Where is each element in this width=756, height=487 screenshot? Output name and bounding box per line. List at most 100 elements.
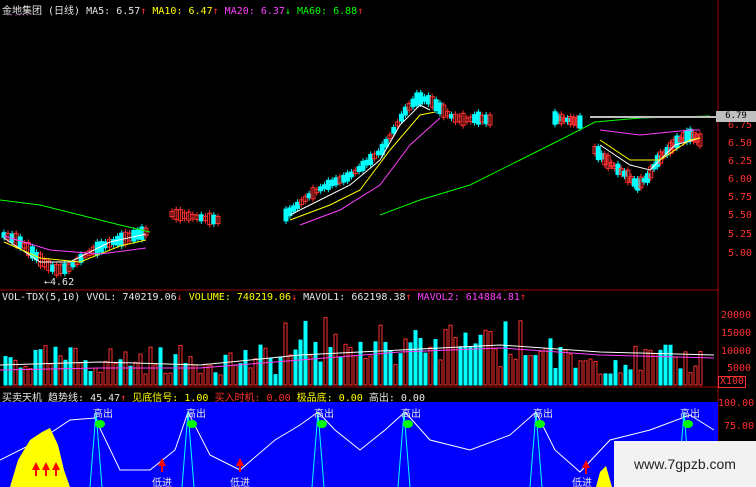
volume-bar [138,353,143,386]
high-out-dot [403,420,413,428]
signal-header: 买卖天机 趋势线: 45.47↑ 见底信号: 1.00 买入时机: 0.00 极… [2,389,425,404]
volume-bar [133,361,138,386]
top-out-label: 高出: [368,393,395,404]
price-tick: 5.50 [728,210,753,221]
volume-bar [298,339,303,386]
ma10-value: 6.47 [188,6,213,17]
volume-bar [578,360,583,386]
volume-bar [303,320,308,386]
volume-bar [663,344,668,386]
signal-tick: 100.00 [718,398,755,409]
buy-timing-value: 0.00 [266,393,291,404]
chart-canvas[interactable]: · · · · · · [0,0,756,487]
candle-body [211,214,217,225]
ma10-label: MA10: [152,6,183,17]
volume-bar [518,320,523,386]
volume-bar [263,347,268,386]
volume-bar [503,321,508,386]
buy-timing-label: 买入时机: [214,393,261,404]
volume-bar [148,346,153,386]
volume-tick: 15000 [721,328,752,339]
volume-bar [588,358,593,386]
volume-bar [68,347,73,386]
ma20-arrow: ↓ [284,6,291,17]
mavol2-label: MAVOL2: [417,292,460,303]
stock-chart-window: · · · · · · 金地集团 (日线) MA5: 6.57↑ MA10: 6.47↑ … [0,0,756,487]
price-tick: 5.75 [728,192,753,203]
volume-value: 740219.06 [236,292,292,303]
volume-bar [233,364,238,386]
volume-bar [618,372,623,386]
volume-bar [488,331,493,386]
extreme-bottom-label: 极品底: [296,393,333,404]
volume-bar [463,332,468,386]
buy-arrow-icon [55,470,57,476]
volume-bar [448,324,453,386]
volume-bar [673,356,678,386]
volume-bar [493,348,498,386]
price-tick: 5.00 [728,248,753,259]
volume-bar [223,354,228,386]
volume-bar [313,341,318,386]
buy-arrow-icon [239,466,241,472]
bottom-signal-value: 1.00 [184,393,209,404]
volume-bar [288,354,293,386]
signal-tick: 75.00 [724,421,755,432]
high-out-dot [187,420,197,428]
candle-body [383,139,389,148]
volume-bar [93,367,98,386]
mavol1-label: MAVOL1: [303,292,346,303]
buy-arrow-icon [35,470,37,476]
bottom-signal-label: 见底信号: [132,393,179,404]
volume-bar [213,372,218,386]
volume-bar [248,367,253,386]
ma5-arrow: ↑ [140,6,147,17]
candle-body [70,261,76,268]
volume-bar [118,359,123,386]
volume-bar [308,355,313,386]
volume-bar [173,354,178,386]
volume-bar [338,356,343,386]
low-price-annotation: ←4.62 [44,277,75,288]
volume-bar [348,346,353,386]
volume-bar [528,355,533,386]
volume-bar [583,360,588,386]
price-tick: 6.25 [728,156,753,167]
volume-bar [343,343,348,386]
volume-bar [368,355,373,386]
volume-bar [693,365,698,386]
volume-bar [438,359,443,386]
volume-bar [143,373,148,386]
volume-bar [178,344,183,386]
volume-bar [63,359,68,386]
volume-bar [543,348,548,386]
volume-bar [508,353,513,386]
volume-bar [423,352,428,386]
candle-body [139,226,145,240]
ma60-value: 6.88 [333,6,358,17]
trend-value: 45.47 [90,393,121,404]
high-out-dot [317,420,327,428]
volume-bar [523,355,528,386]
volume-bar [633,345,638,386]
volume-bar [603,373,608,386]
volume-bar [273,374,278,386]
volume-bar [198,372,203,386]
volume-bar [623,364,628,386]
volume-bar [483,329,488,386]
volume-bar [28,368,33,386]
volume-bar [558,346,563,386]
volume-bar [428,346,433,386]
volume-bar [378,324,383,386]
high-out-dot [95,420,105,428]
volume-bar [333,333,338,386]
ma5-label: MA5: [86,6,111,17]
volume-bar [433,339,438,386]
price-tick: 6.50 [728,138,753,149]
mavol1-value: 662198.38 [351,292,406,303]
volume-bar [393,364,398,386]
trend-arrow: ↑ [120,393,127,404]
volume-bar [218,374,223,386]
volume-bar [318,361,323,386]
low-absorb-marker: 低进 [572,478,592,487]
